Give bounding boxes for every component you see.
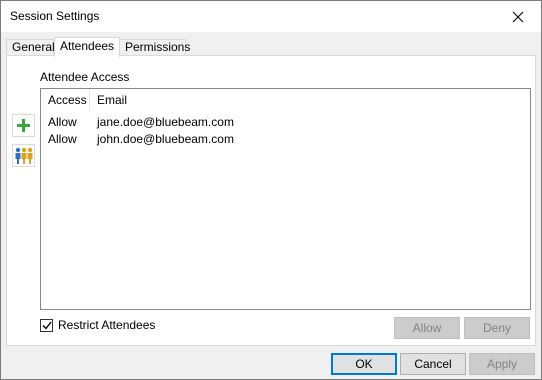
column-header-email[interactable]: Email	[97, 93, 127, 107]
attendee-list[interactable]: Access Email Allow jane.doe@bluebeam.com…	[40, 88, 531, 310]
apply-button[interactable]: Apply	[469, 353, 535, 375]
allow-button[interactable]: Allow	[394, 317, 460, 339]
title-bar: Session Settings	[1, 1, 541, 32]
plus-icon	[17, 119, 30, 132]
session-settings-dialog: Session Settings General Attendees Permi…	[0, 0, 542, 380]
access-cell: Allow	[48, 115, 77, 129]
tab-general[interactable]: General	[6, 39, 55, 56]
cancel-button[interactable]: Cancel	[400, 353, 466, 375]
attendees-panel: Attendee Access Access Email Allow jane.…	[6, 55, 536, 346]
list-item[interactable]: Allow john.doe@bluebeam.com	[41, 131, 530, 148]
column-header-access[interactable]: Access	[48, 93, 87, 107]
attendee-access-label: Attendee Access	[40, 70, 130, 84]
email-cell: john.doe@bluebeam.com	[97, 132, 234, 146]
restrict-attendees-label: Restrict Attendees	[58, 318, 156, 332]
tab-attendees[interactable]: Attendees	[54, 37, 120, 57]
add-group-button[interactable]	[12, 144, 35, 167]
email-cell: jane.doe@bluebeam.com	[97, 115, 234, 129]
people-icon	[15, 147, 32, 164]
window-title: Session Settings	[10, 9, 100, 23]
access-cell: Allow	[48, 132, 77, 146]
ok-button[interactable]: OK	[331, 353, 397, 375]
restrict-attendees-option[interactable]: Restrict Attendees	[40, 318, 155, 332]
checkmark-icon	[42, 321, 52, 330]
close-icon	[512, 11, 524, 22]
deny-button[interactable]: Deny	[464, 317, 530, 339]
column-divider[interactable]	[89, 89, 90, 111]
tab-permissions[interactable]: Permissions	[119, 39, 190, 56]
close-button[interactable]	[495, 1, 541, 32]
add-attendee-button[interactable]	[12, 114, 35, 137]
list-item[interactable]: Allow jane.doe@bluebeam.com	[41, 114, 530, 131]
restrict-attendees-checkbox[interactable]	[40, 318, 53, 332]
list-header: Access Email	[41, 89, 530, 111]
